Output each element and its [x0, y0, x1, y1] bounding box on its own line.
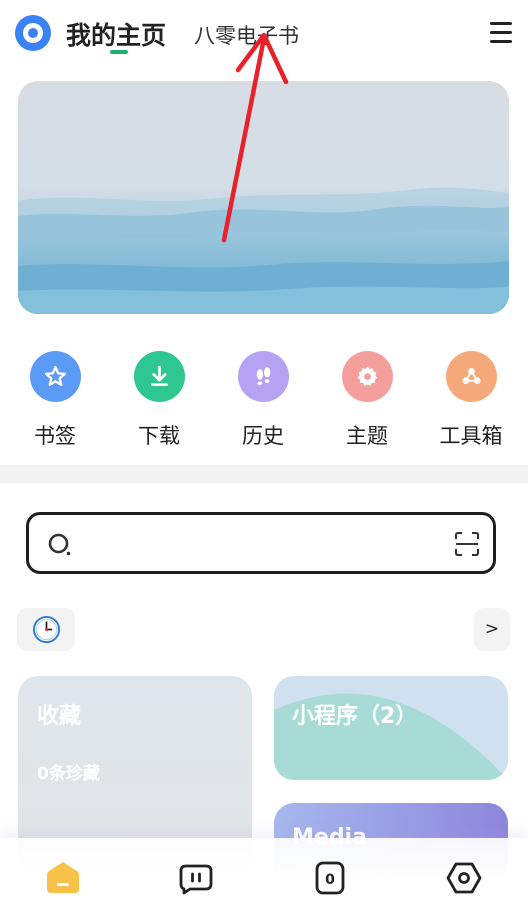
recent-clock-button[interactable]: [17, 608, 75, 651]
active-tab-indicator: [110, 50, 128, 54]
hexagon-icon: [446, 862, 482, 894]
shortcut-label: 书签: [34, 424, 76, 448]
bottom-navigation: 0: [0, 838, 528, 910]
shortcut-downloads[interactable]: 下载: [114, 351, 204, 450]
tabs-count-icon: 0: [315, 861, 345, 895]
nav-tabs[interactable]: 0: [310, 858, 350, 898]
tab-my-homepage[interactable]: 我的主页: [66, 16, 166, 52]
favorites-title: 收藏: [37, 704, 82, 729]
more-button[interactable]: >: [474, 608, 510, 651]
toolbox-icon: [445, 351, 497, 402]
nav-discover[interactable]: [444, 858, 484, 898]
shortcut-toolbox[interactable]: 工具箱: [426, 351, 516, 450]
mini-programs-title: 小程序（2）: [292, 704, 418, 729]
chat-icon: [179, 864, 213, 895]
shortcut-theme[interactable]: 主题: [322, 351, 412, 450]
shortcut-label: 下载: [138, 424, 180, 448]
star-icon: [29, 351, 81, 402]
svg-text:0: 0: [325, 872, 335, 888]
footprint-icon: [237, 351, 289, 402]
nav-chat[interactable]: [176, 858, 216, 898]
shortcut-label: 历史: [242, 424, 284, 448]
gear-icon: [341, 351, 393, 402]
shortcut-history[interactable]: 历史: [218, 351, 308, 450]
browser-logo-icon[interactable]: [15, 15, 51, 51]
clock-icon: [32, 615, 61, 644]
shortcut-label: 主题: [346, 424, 388, 448]
banner-image[interactable]: [18, 81, 509, 314]
favorites-count: 0条珍藏: [37, 764, 100, 784]
tab-ebook[interactable]: 八零电子书: [194, 20, 299, 50]
scan-icon[interactable]: [454, 531, 480, 557]
shortcut-label: 工具箱: [439, 424, 503, 448]
section-divider: [0, 465, 528, 483]
menu-icon[interactable]: [490, 22, 512, 44]
mini-programs-card[interactable]: 小程序（2）: [274, 676, 508, 780]
search-icon: [48, 533, 71, 556]
search-box[interactable]: [26, 512, 496, 574]
download-icon: [133, 351, 185, 402]
shortcut-bookmarks[interactable]: 书签: [10, 351, 100, 450]
home-icon: [47, 862, 79, 893]
search-input[interactable]: [93, 527, 457, 561]
nav-home[interactable]: [43, 858, 83, 898]
